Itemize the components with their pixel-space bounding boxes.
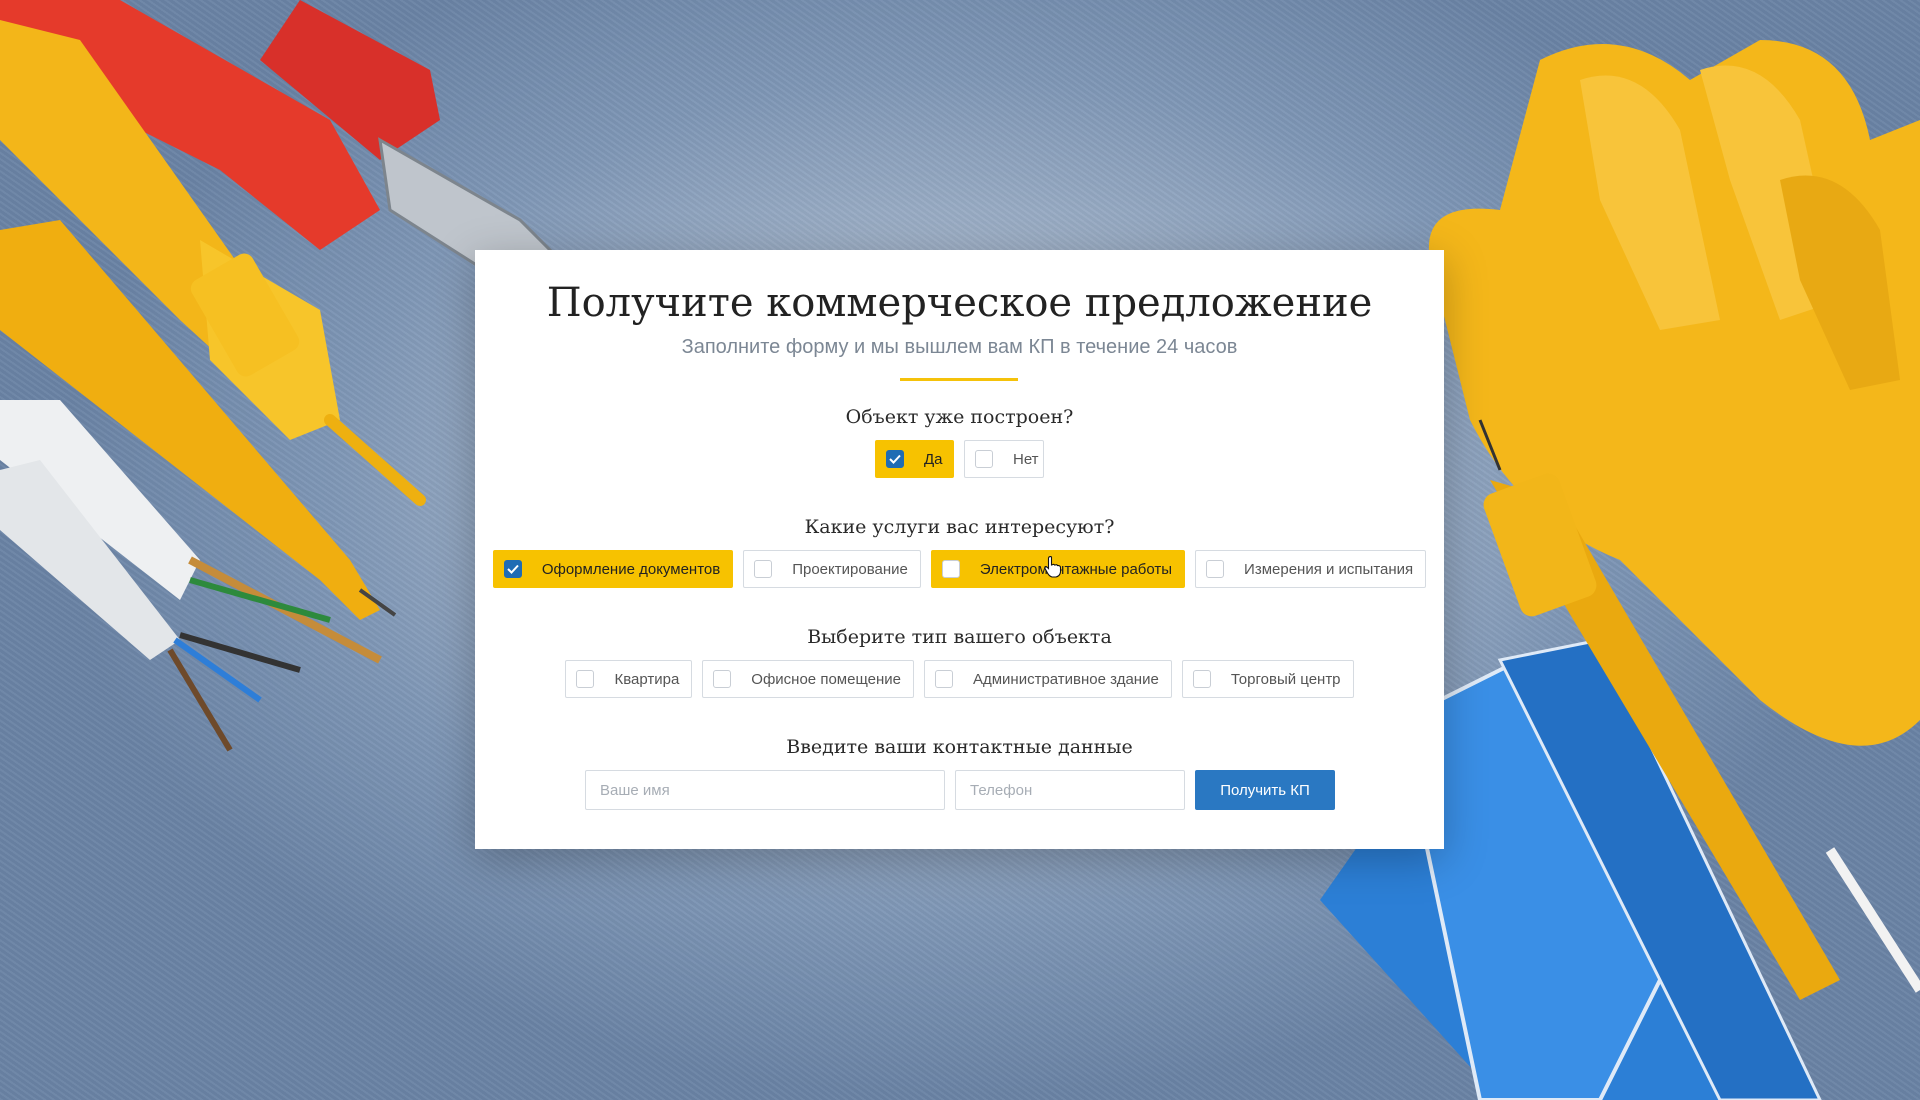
hand-cursor-icon [1044, 556, 1062, 578]
get-quote-button[interactable]: Получить КП [1195, 770, 1335, 810]
form-subtitle: Заполните форму и мы вышлем вам КП в теч… [681, 336, 1238, 358]
section-built-label: Объект уже построен? [845, 406, 1074, 428]
option-label: Квартира [614, 670, 680, 688]
contact-row: Получить КП [585, 770, 1335, 810]
checkbox-built-no[interactable] [975, 450, 993, 468]
section-object-label: Выберите тип вашего объекта [807, 626, 1112, 648]
form-title: Получите коммерческое предложение [546, 280, 1373, 326]
option-built-yes[interactable]: Да [875, 440, 954, 478]
option-object-office[interactable]: Офисное помещение [702, 660, 914, 698]
checkbox-object-mall[interactable] [1192, 670, 1211, 688]
option-object-mall[interactable]: Торговый центр [1181, 660, 1354, 698]
option-service-documents[interactable]: Оформление документов [492, 550, 734, 588]
option-built-no[interactable]: Нет [964, 440, 1044, 478]
option-label: Нет [1013, 450, 1039, 468]
built-options: Да Нет [475, 440, 1444, 478]
checkbox-object-admin-building[interactable] [934, 670, 953, 688]
checkmark-icon [507, 564, 519, 574]
phone-input[interactable] [955, 770, 1185, 810]
name-input[interactable] [585, 770, 945, 810]
checkbox-service-design[interactable] [754, 560, 773, 578]
option-object-apartment[interactable]: Квартира [565, 660, 693, 698]
option-label: Измерения и испытания [1244, 560, 1414, 578]
option-object-admin-building[interactable]: Административное здание [923, 660, 1172, 698]
section-services-label: Какие услуги вас интересуют? [804, 516, 1115, 538]
option-label: Проектирование [792, 560, 908, 578]
option-label: Да [924, 450, 943, 468]
option-label: Торговый центр [1230, 670, 1341, 688]
checkmark-icon [889, 454, 901, 464]
services-options: Оформление документов Проектирование Эле… [475, 550, 1444, 588]
checkbox-service-documents[interactable] [503, 560, 522, 578]
checkbox-built-yes[interactable] [886, 450, 904, 468]
quote-form-card: Получите коммерческое предложение Заполн… [475, 250, 1444, 849]
checkbox-service-electrical[interactable] [941, 560, 960, 578]
option-service-measurements[interactable]: Измерения и испытания [1195, 550, 1427, 588]
section-contacts-label: Введите ваши контактные данные [786, 736, 1133, 758]
option-label: Оформление документов [541, 560, 721, 578]
option-service-design[interactable]: Проектирование [743, 550, 921, 588]
checkbox-object-office[interactable] [713, 670, 732, 688]
object-options: Квартира Офисное помещение Административ… [475, 660, 1444, 698]
checkbox-object-apartment[interactable] [576, 670, 595, 688]
checkbox-service-measurements[interactable] [1206, 560, 1225, 578]
option-label: Офисное помещение [751, 670, 901, 688]
title-divider [900, 378, 1018, 381]
option-label: Электромонтажные работы [979, 560, 1173, 578]
option-label: Административное здание [972, 670, 1159, 688]
